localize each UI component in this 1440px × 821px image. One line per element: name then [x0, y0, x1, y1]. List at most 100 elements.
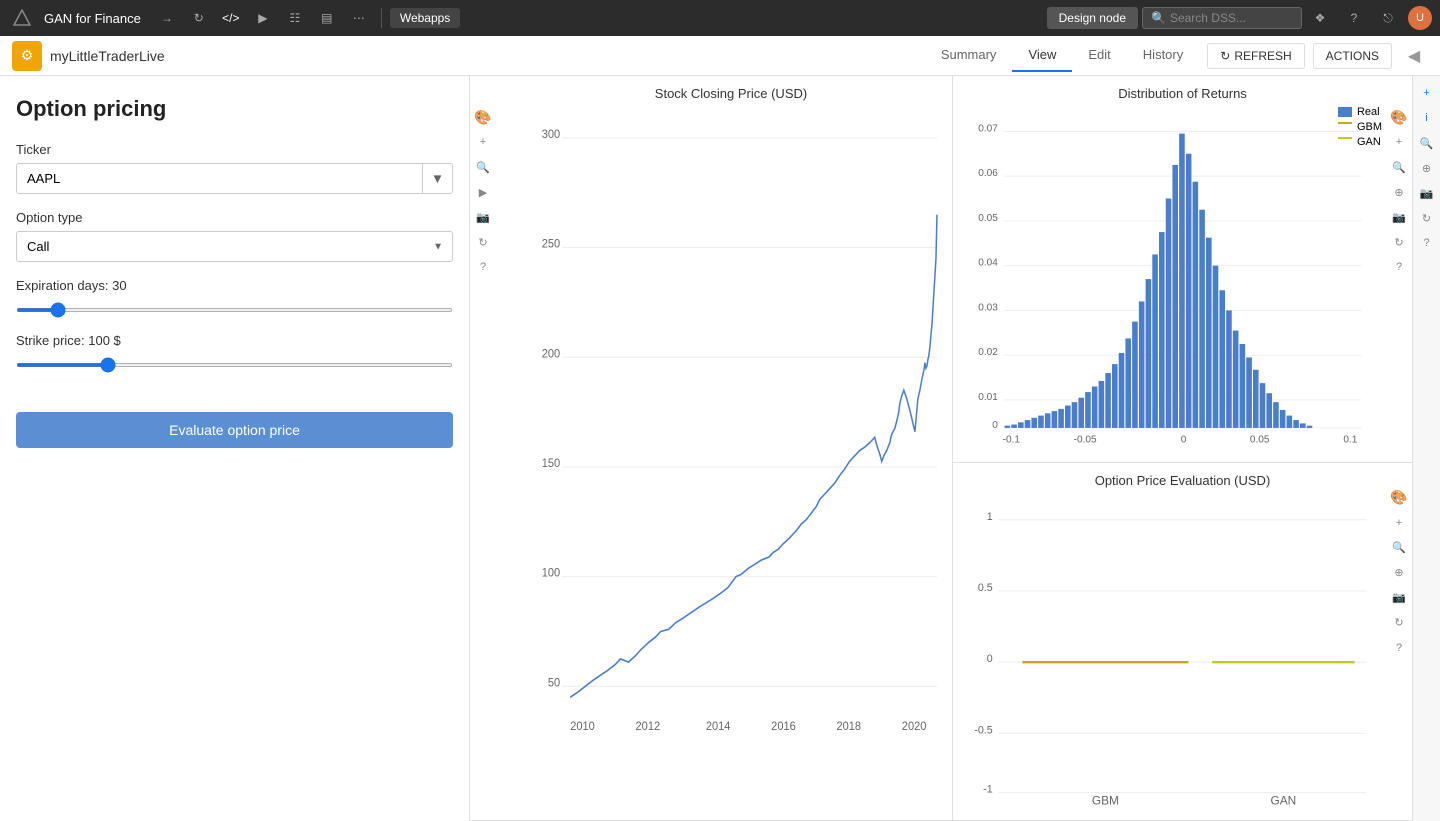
camera-icon[interactable]: 📷: [472, 206, 494, 228]
crosshair-icon[interactable]: ▶: [472, 181, 494, 203]
tab-summary[interactable]: Summary: [925, 39, 1013, 72]
nav-forward-icon[interactable]: →: [153, 4, 181, 32]
nav-run-icon[interactable]: ▶: [249, 4, 277, 32]
stock-chart-container: 300 250 200 150 100 50: [520, 105, 942, 785]
svg-text:300: 300: [542, 129, 560, 142]
svg-text:50: 50: [548, 677, 560, 690]
legend-real: Real: [1338, 106, 1382, 118]
sidebar-tool1-icon[interactable]: ⊕: [1416, 157, 1438, 179]
dist-cross-icon[interactable]: ⊕: [1388, 181, 1410, 203]
webapps-button[interactable]: Webapps: [390, 8, 460, 28]
dist-help-icon[interactable]: ?: [1388, 256, 1410, 278]
svg-text:0.5: 0.5: [978, 582, 993, 594]
ticker-group: Ticker ▼: [16, 142, 453, 194]
ticker-dropdown-button[interactable]: ▼: [422, 164, 452, 193]
expiration-label: Expiration days: 30: [16, 278, 453, 293]
svg-text:1: 1: [987, 510, 993, 522]
opt-search-icon[interactable]: 🔍: [1388, 537, 1410, 559]
svg-text:0.07: 0.07: [978, 123, 998, 134]
strike-label: Strike price: 100 $: [16, 333, 453, 348]
chart-row-top: Stock Closing Price (USD) 🎨 + 🔍 ▶ 📷 ↻ ? …: [470, 76, 1412, 821]
activity-icon[interactable]: ⎋: [1374, 4, 1402, 32]
gbm-swatch: [1338, 122, 1352, 132]
help-chart-icon[interactable]: ?: [472, 256, 494, 278]
sidebar-info-icon[interactable]: i: [1416, 107, 1438, 129]
refresh-chart-icon[interactable]: ↻: [472, 231, 494, 253]
svg-text:0.05: 0.05: [978, 213, 998, 224]
opt-cross-icon[interactable]: ⊕: [1388, 562, 1410, 584]
sidebar-tool2-icon[interactable]: 📷: [1416, 182, 1438, 204]
svg-text:0: 0: [992, 420, 998, 431]
svg-text:2012: 2012: [636, 721, 661, 734]
option-type-label: Option type: [16, 210, 453, 225]
grid-apps-icon[interactable]: ❖: [1306, 4, 1334, 32]
help-icon[interactable]: ?: [1340, 4, 1368, 32]
nav-code-icon[interactable]: </>: [217, 4, 245, 32]
distribution-svg: 0.07 0.06 0.05 0.04 0.03 0.02 0.01 0: [963, 109, 1402, 445]
evaluate-button[interactable]: Evaluate option price: [16, 412, 453, 448]
strike-slider-wrap: [16, 354, 453, 372]
dist-search-icon[interactable]: 🔍: [1388, 156, 1410, 178]
option-type-select[interactable]: Call Put: [16, 231, 453, 262]
expiration-slider[interactable]: [16, 308, 453, 312]
tab-view[interactable]: View: [1012, 39, 1072, 72]
option-price-chart: Option Price Evaluation (USD) 🎨 + 🔍 ⊕ 📷 …: [953, 463, 1412, 820]
refresh-icon: ↻: [1220, 49, 1230, 63]
collapse-panel-icon[interactable]: ◀: [1400, 42, 1428, 70]
sidebar-search-icon[interactable]: 🔍: [1416, 132, 1438, 154]
stock-price-chart: Stock Closing Price (USD) 🎨 + 🔍 ▶ 📷 ↻ ? …: [470, 76, 952, 820]
svg-text:0.1: 0.1: [1343, 434, 1357, 444]
dist-color-icon[interactable]: 🎨: [1388, 106, 1410, 128]
nav-grid1-icon[interactable]: ☷: [281, 4, 309, 32]
legend-gbm-label: GBM: [1357, 121, 1382, 133]
sidebar-help-icon[interactable]: ?: [1416, 232, 1438, 254]
option-price-title: Option Price Evaluation (USD): [963, 473, 1402, 488]
legend-real-label: Real: [1357, 106, 1380, 118]
svg-text:2020: 2020: [902, 721, 927, 734]
chart-legend: Real GBM GAN: [1338, 106, 1382, 148]
strike-group: Strike price: 100 $: [16, 333, 453, 372]
search-box[interactable]: 🔍 Search DSS...: [1142, 7, 1302, 29]
svg-text:0.03: 0.03: [978, 302, 998, 313]
design-node-button[interactable]: Design node: [1047, 7, 1138, 29]
opt-color-icon[interactable]: 🎨: [1388, 487, 1410, 509]
chart-area: Stock Closing Price (USD) 🎨 + 🔍 ▶ 📷 ↻ ? …: [470, 76, 1412, 821]
distribution-chart: Distribution of Returns Real GBM GAN: [953, 76, 1412, 463]
refresh-button[interactable]: ↻ REFRESH: [1207, 43, 1304, 69]
svg-text:2018: 2018: [837, 721, 862, 734]
dist-plus-icon[interactable]: +: [1388, 131, 1410, 153]
user-avatar[interactable]: U: [1408, 6, 1432, 30]
toolbar-actions: ↻ REFRESH ACTIONS ◀: [1207, 42, 1428, 70]
svg-text:200: 200: [542, 348, 560, 361]
nav-grid2-icon[interactable]: ▤: [313, 4, 341, 32]
expiration-slider-wrap: [16, 299, 453, 317]
search-zoom-icon[interactable]: 🔍: [472, 156, 494, 178]
svg-text:2014: 2014: [706, 721, 731, 734]
actions-button[interactable]: ACTIONS: [1313, 43, 1392, 69]
nav-more-icon[interactable]: ⋯: [345, 4, 373, 32]
option-type-group: Option type Call Put: [16, 210, 453, 262]
tab-edit[interactable]: Edit: [1072, 39, 1126, 72]
dist-cam-icon[interactable]: 📷: [1388, 206, 1410, 228]
svg-text:0: 0: [1181, 434, 1187, 444]
settings-gear-icon[interactable]: ⚙: [12, 41, 42, 71]
tab-history[interactable]: History: [1127, 39, 1199, 72]
svg-text:2016: 2016: [771, 721, 796, 734]
color-wheel-icon[interactable]: 🎨: [472, 106, 494, 128]
svg-text:GBM: GBM: [1092, 793, 1119, 807]
strike-slider[interactable]: [16, 363, 453, 367]
svg-text:GAN: GAN: [1270, 793, 1296, 807]
opt-cam-icon[interactable]: 📷: [1388, 587, 1410, 609]
nav-refresh-icon[interactable]: ↻: [185, 4, 213, 32]
opt-help-icon[interactable]: ?: [1388, 637, 1410, 659]
opt-plus-icon[interactable]: +: [1388, 512, 1410, 534]
opt-refresh-icon[interactable]: ↻: [1388, 612, 1410, 634]
top-navbar: GAN for Finance → ↻ </> ▶ ☷ ▤ ⋯ Webapps …: [0, 0, 1440, 36]
plus-zoom-icon[interactable]: +: [472, 131, 494, 153]
dist-refresh-icon[interactable]: ↻: [1388, 231, 1410, 253]
ticker-input[interactable]: [17, 164, 422, 193]
sidebar-refresh-icon[interactable]: ↻: [1416, 207, 1438, 229]
main-layout: Option pricing Ticker ▼ Option type Call…: [0, 76, 1440, 821]
sidebar-add-icon[interactable]: +: [1416, 82, 1438, 104]
gan-swatch: [1338, 137, 1352, 147]
